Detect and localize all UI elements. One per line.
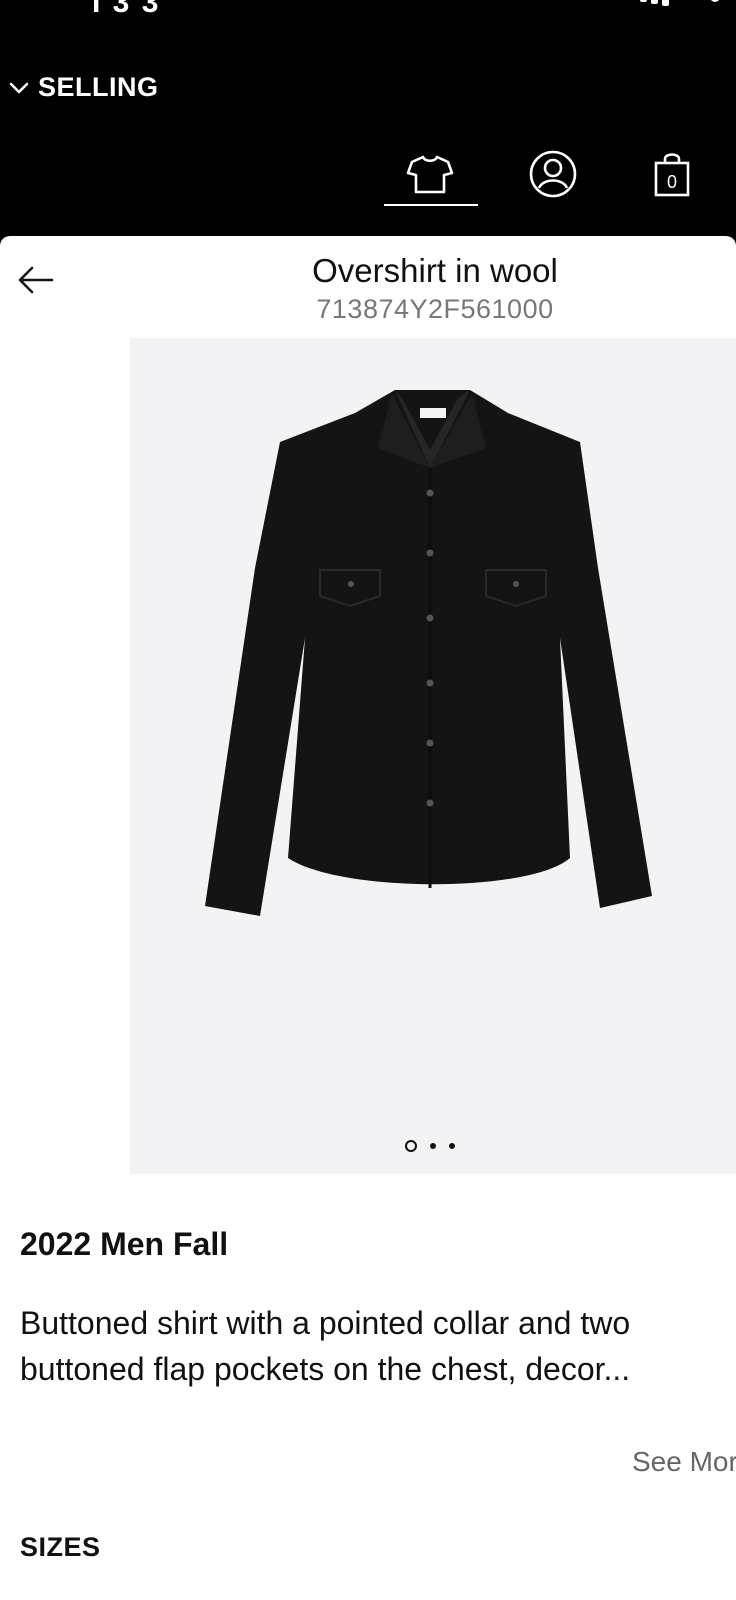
app-header: I 3 3 SELLING 0 [0, 0, 736, 236]
see-more-link[interactable]: See More [632, 1446, 736, 1478]
product-image-carousel[interactable] [130, 338, 736, 1174]
collection-heading: 2022 Men Fall [20, 1226, 229, 1262]
status-time: I 3 3 [92, 0, 161, 19]
sizes-heading: SIZES [20, 1532, 101, 1562]
section-toggle[interactable]: SELLING [8, 72, 159, 103]
chevron-down-icon [9, 82, 29, 93]
product-sheet: Overshirt in wool 713874Y2F561000 2022 M… [0, 236, 736, 1600]
arrow-left-icon [18, 266, 54, 294]
status-icons [640, 0, 736, 6]
carousel-dot[interactable] [430, 1143, 436, 1149]
description-line: Buttoned shirt with a pointed collar and… [20, 1305, 631, 1341]
back-button[interactable] [16, 260, 56, 300]
product-image [205, 390, 652, 916]
carousel-dot[interactable] [449, 1143, 455, 1149]
carousel-dot[interactable] [405, 1140, 417, 1152]
carousel-dots [405, 1140, 455, 1152]
shopping-bag-icon: 0 [654, 153, 690, 197]
bag-button[interactable]: 0 [642, 146, 702, 202]
product-title: Overshirt in wool [312, 252, 558, 289]
account-button[interactable] [523, 146, 583, 202]
product-description: Buttoned shirt with a pointed collar and… [20, 1300, 736, 1392]
active-tab-indicator [384, 204, 478, 206]
shirt-tab[interactable] [400, 146, 460, 202]
description-line: buttoned flap pockets on the chest, deco… [20, 1351, 631, 1387]
bag-count: 0 [667, 172, 677, 192]
product-sku: 713874Y2F561000 [316, 294, 554, 324]
brand-label [420, 408, 446, 418]
account-icon [529, 150, 577, 198]
section-toggle-label: SELLING [38, 72, 159, 102]
shirt-icon [406, 155, 454, 194]
